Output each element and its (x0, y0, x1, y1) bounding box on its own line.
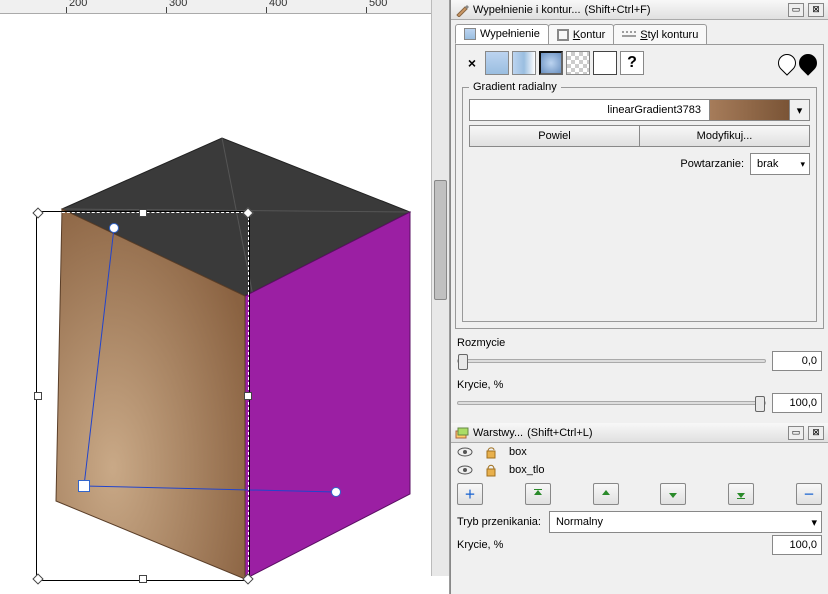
gradient-name-text: linearGradient3783 (607, 104, 701, 116)
resize-handle[interactable] (34, 392, 42, 400)
pen-icon (455, 3, 469, 17)
dialog-title-text: Warstwy... (473, 427, 523, 439)
resize-handle[interactable] (139, 575, 147, 583)
stroke-swatch-icon (557, 29, 569, 41)
ruler-tick: 200 (69, 0, 87, 9)
opacity-slider[interactable] (457, 401, 766, 405)
tab-label: Wypełnienie (480, 28, 540, 40)
dialog-shortcut: (Shift+Ctrl+L) (527, 427, 592, 439)
fill-tab-content: × ? Gradient radialny linearGradient3783… (455, 44, 824, 329)
linear-gradient-button[interactable] (512, 51, 536, 75)
ruler-tick: 400 (269, 0, 287, 9)
close-button[interactable]: ⊠ (808, 3, 824, 17)
layers-dialog-title: Warstwy... (Shift+Ctrl+L) ▭ ⊠ (451, 423, 828, 443)
scrollbar-vertical[interactable] (431, 0, 449, 576)
flat-color-button[interactable] (485, 51, 509, 75)
scrollbar-thumb[interactable] (434, 180, 447, 300)
layer-opacity-row: Krycie, % 100,0 (457, 535, 822, 555)
slider-thumb[interactable] (755, 396, 765, 412)
layer-opacity-spinbox[interactable]: 100,0 (772, 535, 822, 555)
blend-value: Normalny (556, 516, 603, 528)
gradient-node[interactable] (331, 487, 341, 497)
fill-rule-nonzero-button[interactable] (795, 50, 820, 75)
blend-mode-select[interactable]: Normalny (549, 511, 822, 533)
blur-row: Rozmycie 0,0 (457, 337, 822, 371)
tab-stroke-paint[interactable]: Kontur (548, 24, 614, 44)
button-label: Modyfikuj... (697, 130, 753, 142)
repeat-label: Powtarzanie: (680, 158, 744, 170)
layer-buttons-row: ＋ － (451, 479, 828, 509)
resize-handle[interactable] (244, 392, 252, 400)
eye-icon[interactable] (457, 445, 473, 459)
layer-name[interactable]: box_tlo (509, 464, 822, 476)
layer-to-top-button[interactable] (525, 483, 551, 505)
gradient-preview (710, 99, 790, 121)
layer-to-bottom-button[interactable] (728, 483, 754, 505)
tab-label: Styl konturu (640, 29, 698, 41)
unknown-paint-button[interactable]: ? (620, 51, 644, 75)
layer-down-button[interactable] (660, 483, 686, 505)
layer-opacity-value: 100,0 (789, 539, 817, 551)
right-panel: Wypełnienie i kontur... (Shift+Ctrl+F) ▭… (450, 0, 828, 594)
blur-value: 0,0 (802, 355, 817, 367)
gradient-dropdown-button[interactable]: ▾ (790, 99, 810, 121)
dialog-title-text: Wypełnienie i kontur... (473, 4, 581, 16)
no-paint-button[interactable]: × (462, 55, 482, 71)
blur-slider[interactable] (457, 359, 766, 363)
close-button[interactable]: ⊠ (808, 426, 824, 440)
repeat-value: brak (757, 158, 778, 170)
gradient-legend: Gradient radialny (469, 81, 561, 93)
lock-closed-icon[interactable] (483, 463, 499, 477)
gradient-fieldset: Gradient radialny linearGradient3783 ▾ P… (462, 81, 817, 322)
tab-fill[interactable]: Wypełnienie (455, 24, 549, 44)
lock-open-icon[interactable] (483, 445, 499, 459)
pattern-button[interactable] (566, 51, 590, 75)
minimize-button[interactable]: ▭ (788, 3, 804, 17)
button-label: Powiel (538, 130, 570, 142)
canvas[interactable] (0, 14, 449, 594)
fill-swatch-icon (464, 28, 476, 40)
gradient-name-field[interactable]: linearGradient3783 (469, 99, 710, 121)
minimize-button[interactable]: ▭ (788, 426, 804, 440)
layer-opacity-label: Krycie, % (457, 539, 503, 551)
ruler-tick: 500 (369, 0, 387, 9)
repeat-select[interactable]: brak (750, 153, 810, 175)
duplicate-gradient-button[interactable]: Powiel (469, 125, 640, 147)
slider-thumb[interactable] (458, 354, 468, 370)
blur-spinbox[interactable]: 0,0 (772, 351, 822, 371)
layers-icon (455, 426, 469, 440)
opacity-row: Krycie, % 100,0 (457, 379, 822, 413)
ruler-horizontal: 200 300 400 500 (0, 0, 449, 14)
gradient-node[interactable] (109, 223, 119, 233)
canvas-area: 200 300 400 500 (0, 0, 450, 594)
layer-name[interactable]: box (509, 446, 822, 458)
delete-layer-button[interactable]: － (796, 483, 822, 505)
blend-label: Tryb przenikania: (457, 516, 541, 528)
fill-rule-evenodd-button[interactable] (774, 50, 799, 75)
gradient-center-node[interactable] (78, 480, 90, 492)
edit-gradient-button[interactable]: Modyfikuj... (640, 125, 810, 147)
fill-tabs: Wypełnienie Kontur Styl konturu (451, 20, 828, 44)
paint-type-row: × ? (462, 51, 817, 75)
eye-icon[interactable] (457, 463, 473, 477)
radial-gradient-button[interactable] (539, 51, 563, 75)
fill-stroke-dialog-title: Wypełnienie i kontur... (Shift+Ctrl+F) ▭… (451, 0, 828, 20)
blur-label: Rozmycie (457, 337, 822, 349)
opacity-value: 100,0 (789, 397, 817, 409)
opacity-spinbox[interactable]: 100,0 (772, 393, 822, 413)
layer-row[interactable]: box (451, 443, 828, 461)
opacity-label: Krycie, % (457, 379, 822, 391)
swatch-button[interactable] (593, 51, 617, 75)
dialog-shortcut: (Shift+Ctrl+F) (585, 4, 651, 16)
stroke-style-icon (622, 30, 636, 40)
resize-handle[interactable] (139, 209, 147, 217)
layer-up-button[interactable] (593, 483, 619, 505)
layer-row[interactable]: box_tlo (451, 461, 828, 479)
ruler-tick: 300 (169, 0, 187, 9)
selection-bbox[interactable] (37, 212, 249, 580)
tab-stroke-style[interactable]: Styl konturu (613, 24, 707, 44)
add-layer-button[interactable]: ＋ (457, 483, 483, 505)
tab-label: Kontur (573, 29, 605, 41)
blend-mode-row: Tryb przenikania: Normalny (451, 509, 828, 535)
